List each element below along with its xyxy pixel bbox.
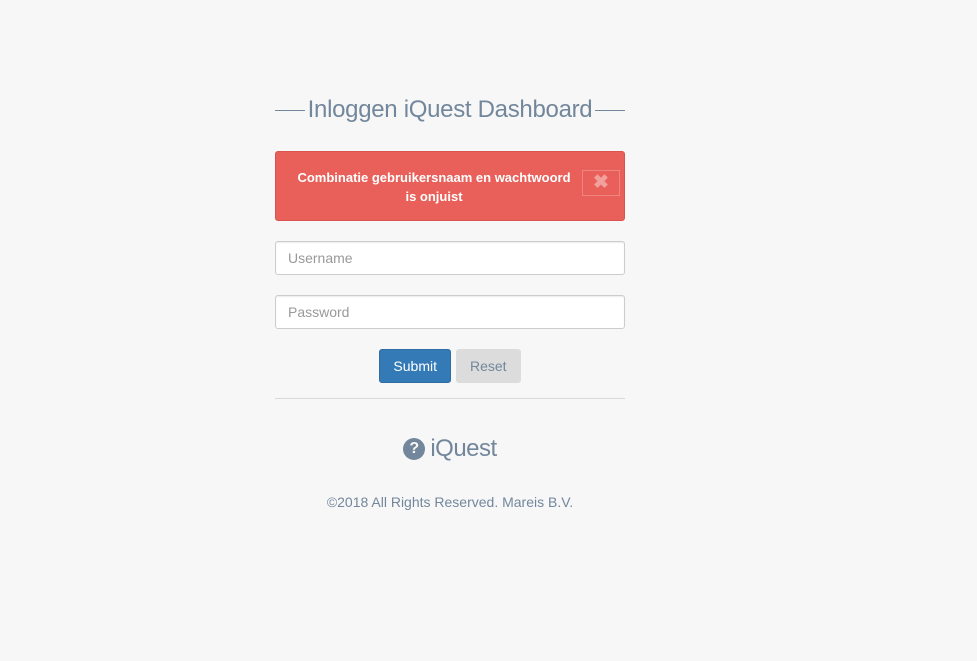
form-actions: Submit Reset (275, 349, 625, 383)
page-title: Inloggen iQuest Dashboard (307, 96, 593, 123)
title-line-left (275, 109, 305, 111)
question-circle-icon: ? (403, 438, 426, 460)
divider (275, 398, 625, 399)
brand-name: iQuest (430, 435, 497, 462)
close-icon[interactable]: ✖ (582, 170, 620, 196)
brand: ? iQuest (275, 435, 625, 463)
error-alert: Combinatie gebruikersnaam en wachtwoord … (275, 151, 625, 221)
reset-button[interactable]: Reset (456, 349, 521, 383)
title-line-right (595, 109, 626, 111)
login-header: Inloggen iQuest Dashboard (275, 96, 626, 124)
copyright-text: ©2018 All Rights Reserved. Mareis B.V. (326, 494, 574, 510)
submit-button[interactable]: Submit (379, 349, 451, 383)
password-field[interactable] (275, 295, 625, 329)
error-message: Combinatie gebruikersnaam en wachtwoord … (297, 170, 571, 204)
username-field[interactable] (275, 241, 625, 275)
